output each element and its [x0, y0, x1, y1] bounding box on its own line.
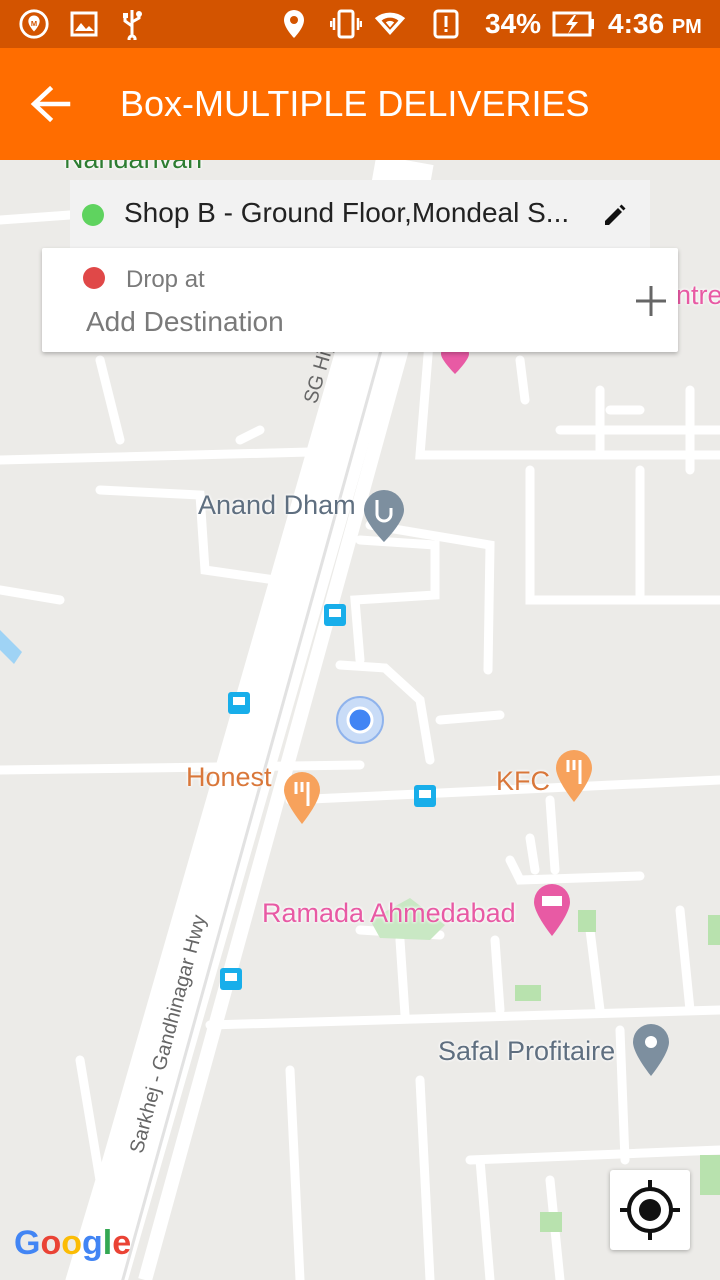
drop-dot: [83, 267, 105, 289]
google-letter-e: e: [112, 1224, 132, 1262]
add-destination-button[interactable]: [634, 284, 668, 318]
map-label-anand-dham: Anand Dham: [198, 490, 356, 520]
maps-notification-icon: M: [18, 8, 50, 40]
pickup-address-row[interactable]: Shop B - Ground Floor,Mondeal S...: [70, 180, 650, 248]
svg-text:M: M: [31, 19, 37, 28]
location-icon: [278, 8, 310, 40]
gallery-icon: [68, 8, 100, 40]
map-label-ramada: Ramada Ahmedabad: [262, 898, 516, 928]
google-letter-o1: o: [40, 1224, 62, 1262]
google-logo: Google: [14, 1224, 131, 1263]
google-letter-l: l: [102, 1224, 113, 1262]
pencil-icon: [605, 204, 626, 225]
google-letter-o2: o: [61, 1224, 83, 1262]
map-label-nandanvan: Nandanvan: [64, 160, 202, 175]
clock-ampm: PM: [671, 16, 702, 38]
arrow-back-icon: [30, 85, 71, 123]
drop-card: Drop at: [42, 248, 678, 352]
google-letter-g: G: [14, 1224, 41, 1262]
add-destination-input[interactable]: [86, 306, 606, 338]
google-letter-g2: g: [82, 1224, 103, 1262]
status-bar: M 34% 4:36 PM: [0, 0, 720, 48]
clock: 4:36 PM: [608, 8, 702, 43]
map-label-safal: Safal Profitaire: [438, 1036, 616, 1066]
plus-icon: [636, 286, 666, 316]
alert-icon: [430, 8, 462, 40]
map-label-honest: Honest: [186, 762, 272, 792]
map-label-kfc: KFC: [496, 766, 550, 796]
edit-pickup-button[interactable]: [602, 202, 628, 228]
my-location-button[interactable]: [610, 1170, 690, 1250]
map-label-centre: ntre: [676, 280, 720, 310]
battery-percent: 34%: [485, 8, 542, 39]
my-location-icon: [620, 1180, 680, 1240]
usb-icon: [116, 8, 148, 40]
page-title: Box-MULTIPLE DELIVERIES: [120, 83, 590, 124]
pickup-dot: [82, 204, 104, 226]
pickup-address: Shop B - Ground Floor,Mondeal S...: [124, 197, 570, 228]
back-button[interactable]: [28, 84, 72, 124]
battery-charging-icon: [552, 8, 596, 40]
drop-label: Drop at: [126, 266, 205, 293]
wifi-icon: [374, 8, 406, 40]
app-bar: Box-MULTIPLE DELIVERIES: [0, 48, 720, 160]
vibrate-icon: [330, 8, 362, 40]
clock-time: 4:36: [608, 8, 665, 39]
